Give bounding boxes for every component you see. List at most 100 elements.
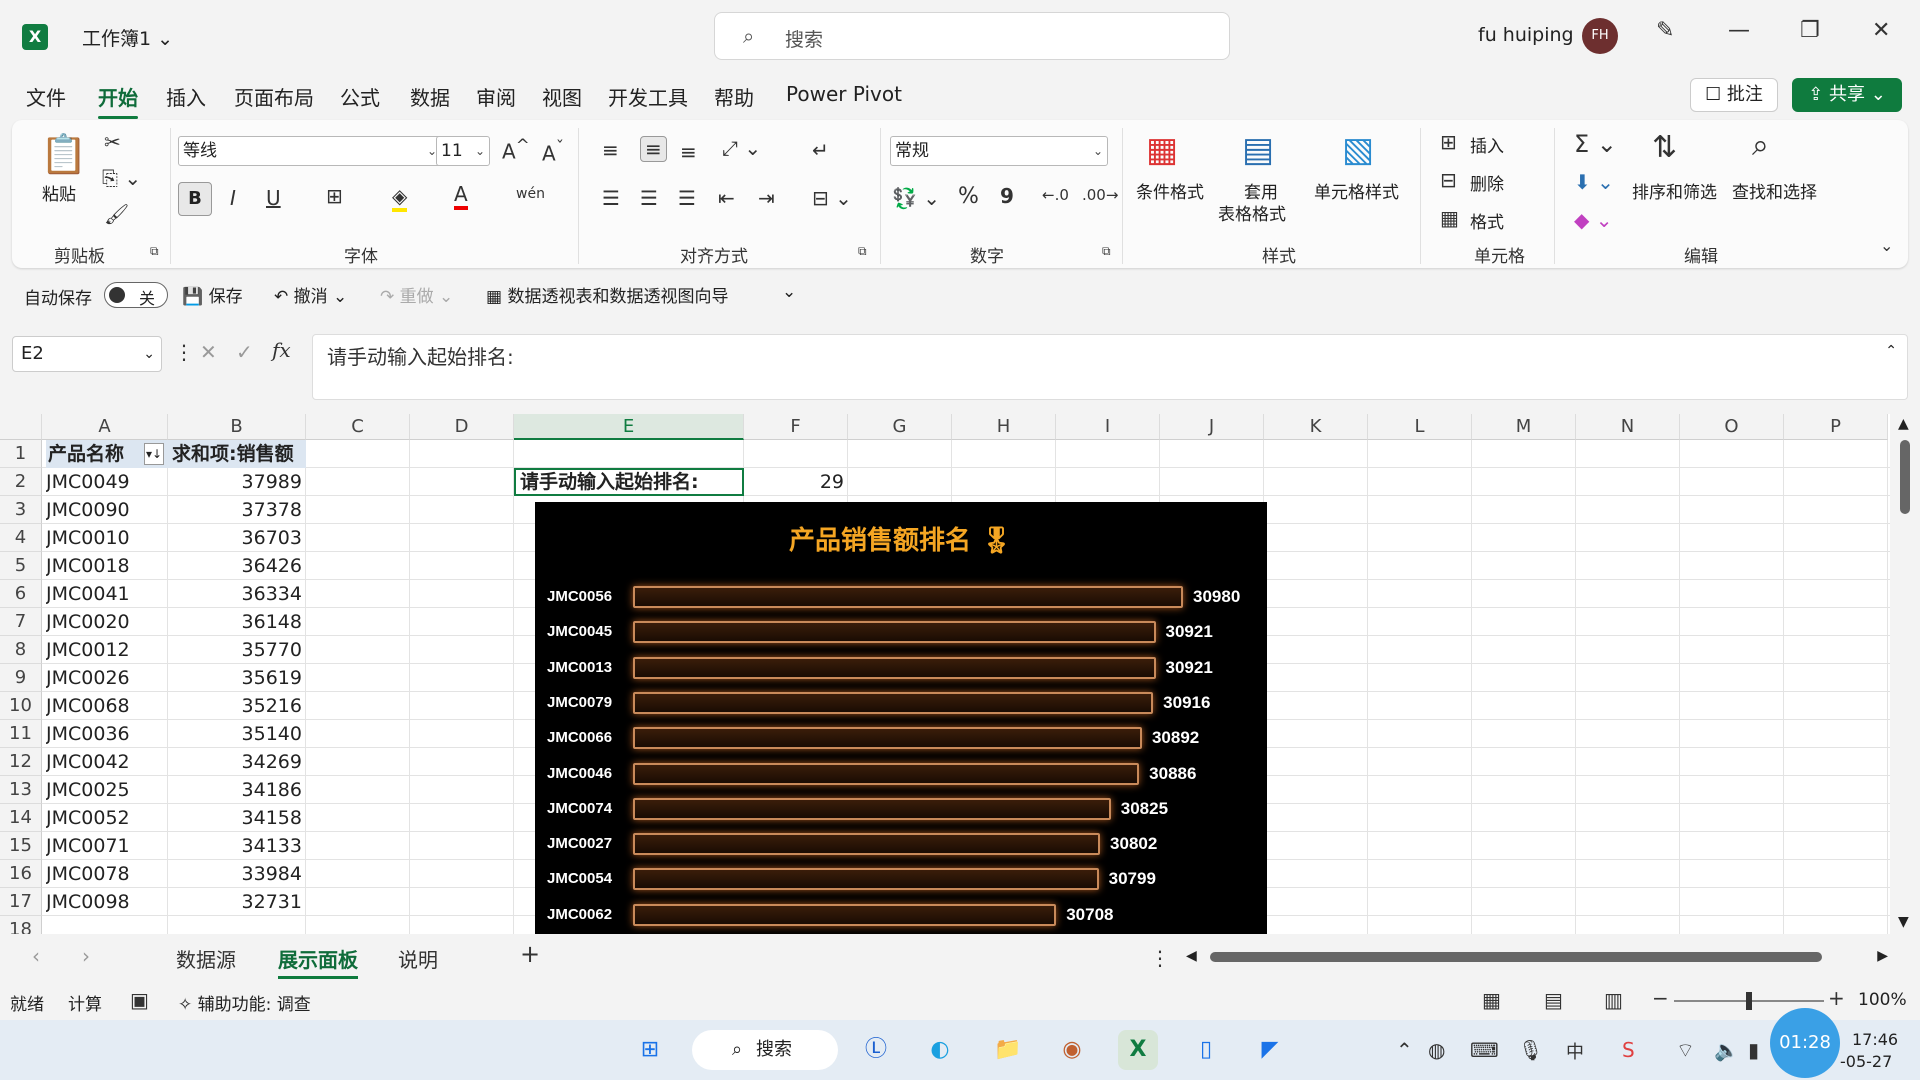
cell-B4[interactable]: 36703 [168,524,302,552]
sort-filter-label[interactable]: 排序和筛选 [1632,178,1717,203]
workbook-name[interactable]: 工作簿1 ⌄ [82,24,173,51]
cell-mode-icon[interactable]: ▣ [130,988,149,1012]
normal-view-icon[interactable]: ▦ [1482,988,1501,1012]
cell-B16[interactable]: 33984 [168,860,302,888]
cell-F2[interactable]: 29 [744,468,844,496]
cell-B12[interactable]: 34269 [168,748,302,776]
expand-formula-icon[interactable]: ⌃ [1885,343,1897,359]
menu-tab-0[interactable]: 文件 [26,82,66,111]
cell-B14[interactable]: 34158 [168,804,302,832]
clear-icon[interactable]: ◆ ⌄ [1574,208,1613,232]
bar[interactable] [633,762,1140,785]
menu-tab-8[interactable]: 开发工具 [608,82,688,111]
dialog-launcher-icon[interactable]: ⧉ [858,244,867,259]
row-header-18[interactable]: 18 [0,916,42,934]
insert-cells-label[interactable]: 插入 [1470,132,1504,157]
align-right-icon[interactable]: ☰ [678,186,696,210]
column-header-A[interactable]: A [42,414,168,440]
fill-icon[interactable]: ⬇ ⌄ [1574,170,1614,194]
cell-A4[interactable]: JMC0010 [46,524,168,552]
file-explorer-icon[interactable]: 📁 [988,1030,1028,1070]
row-header-11[interactable]: 11 [0,720,42,748]
decrease-font-icon[interactable]: Aˇ [542,138,564,166]
row-header-2[interactable]: 2 [0,468,42,496]
scroll-thumb[interactable] [1210,952,1822,962]
insert-function-icon[interactable]: fx [272,338,291,362]
bar[interactable] [633,621,1156,644]
menu-tab-7[interactable]: 视图 [542,82,582,111]
microphone-icon[interactable]: 🎙 [1518,1038,1543,1062]
save-button[interactable]: 💾 保存 [182,282,243,307]
avatar[interactable]: FH [1582,18,1618,54]
feishu-icon[interactable]: ◤ [1250,1030,1290,1070]
enter-icon[interactable]: ✓ [236,340,253,364]
bar[interactable] [633,586,1183,608]
cell-A16[interactable]: JMC0078 [46,860,168,888]
clock-date[interactable]: -05-27 [1840,1052,1892,1071]
cell-A9[interactable]: JMC0026 [46,664,168,692]
column-header-J[interactable]: J [1160,414,1264,440]
wrap-text-icon[interactable]: ↵ [812,138,829,162]
row-header-3[interactable]: 3 [0,496,42,524]
search-box[interactable]: ⌕ 搜索 [714,12,1230,60]
font-size-select[interactable]: 11 ⌄ [436,136,490,166]
row-header-6[interactable]: 6 [0,580,42,608]
row-header-5[interactable]: 5 [0,552,42,580]
zoom-thumb[interactable] [1746,992,1752,1010]
zoom-in-icon[interactable]: + [1828,986,1845,1010]
cell-A8[interactable]: JMC0012 [46,636,168,664]
format-painter-icon[interactable]: 🖌 [104,202,129,226]
font-name-select[interactable]: 等线 ⌄ [178,136,442,166]
wifi-icon[interactable]: ⌔ [1676,1038,1695,1063]
zoom-slider[interactable] [1674,992,1824,1010]
cell-B3[interactable]: 37378 [168,496,302,524]
scroll-right-icon[interactable]: ▶ [1877,948,1888,964]
sheet-tab-0[interactable]: 数据源 [176,944,236,973]
align-left-icon[interactable]: ☰ [602,186,620,210]
undo-button[interactable]: ↶ 撤消 ⌄ [274,282,347,307]
cell-B7[interactable]: 36148 [168,608,302,636]
sales-ranking-chart[interactable]: 产品销售额排名 🎖 JMC0056 30980 JMC0045 30921 JMC001… [535,502,1267,934]
bar[interactable] [633,656,1156,679]
more-options-icon[interactable]: ⋮ [1150,946,1170,970]
paste-icon[interactable]: 📋 [40,132,87,177]
comment-button[interactable]: ☐ 批注 [1690,78,1778,112]
pen-icon[interactable]: ✎ [1656,18,1674,43]
merge-icon[interactable]: ⊟ ⌄ [812,186,852,210]
find-select-label[interactable]: 查找和选择 [1732,178,1817,203]
row-header-13[interactable]: 13 [0,776,42,804]
dialog-launcher-icon[interactable]: ⧉ [150,244,159,259]
next-sheet-icon[interactable]: › [82,944,90,968]
underline-button[interactable]: U [266,186,281,210]
cell-B10[interactable]: 35216 [168,692,302,720]
edge-icon[interactable]: ◐ [920,1030,960,1070]
row-header-14[interactable]: 14 [0,804,42,832]
tray-app-icon[interactable]: ◍ [1428,1038,1445,1062]
bar[interactable] [633,903,1057,926]
formula-input[interactable]: 请手动输入起始排名: ⌃ [312,334,1908,400]
menu-tab-2[interactable]: 插入 [166,82,206,111]
menu-tab-9[interactable]: 帮助 [714,82,754,111]
menu-tab-6[interactable]: 审阅 [476,82,516,111]
phonetic-icon[interactable]: wén [516,186,545,202]
cell-B13[interactable]: 34186 [168,776,302,804]
menu-tab-3[interactable]: 页面布局 [234,82,314,111]
font-color-icon[interactable]: A [454,182,468,210]
format-as-table-icon[interactable]: ▤ [1242,130,1274,170]
cell-A11[interactable]: JMC0036 [46,720,168,748]
format-as-table-label2[interactable]: 表格格式 [1218,200,1286,225]
column-header-D[interactable]: D [410,414,514,440]
taskbar-search[interactable]: ⌕ 搜索 [692,1030,838,1070]
close-button[interactable]: ✕ [1872,18,1890,43]
align-top-icon[interactable]: ≡ [602,138,619,162]
cell-B9[interactable]: 35619 [168,664,302,692]
cell-styles-icon[interactable]: ▧ [1342,130,1374,170]
row-header-10[interactable]: 10 [0,692,42,720]
page-layout-icon[interactable]: ▤ [1544,988,1563,1012]
row-header-4[interactable]: 4 [0,524,42,552]
keyboard-icon[interactable]: ⌨ [1470,1038,1499,1062]
cut-icon[interactable]: ✂ [104,130,121,154]
menu-tab-5[interactable]: 数据 [410,82,450,111]
cell-A10[interactable]: JMC0068 [46,692,168,720]
zoom-out-icon[interactable]: − [1652,986,1669,1010]
